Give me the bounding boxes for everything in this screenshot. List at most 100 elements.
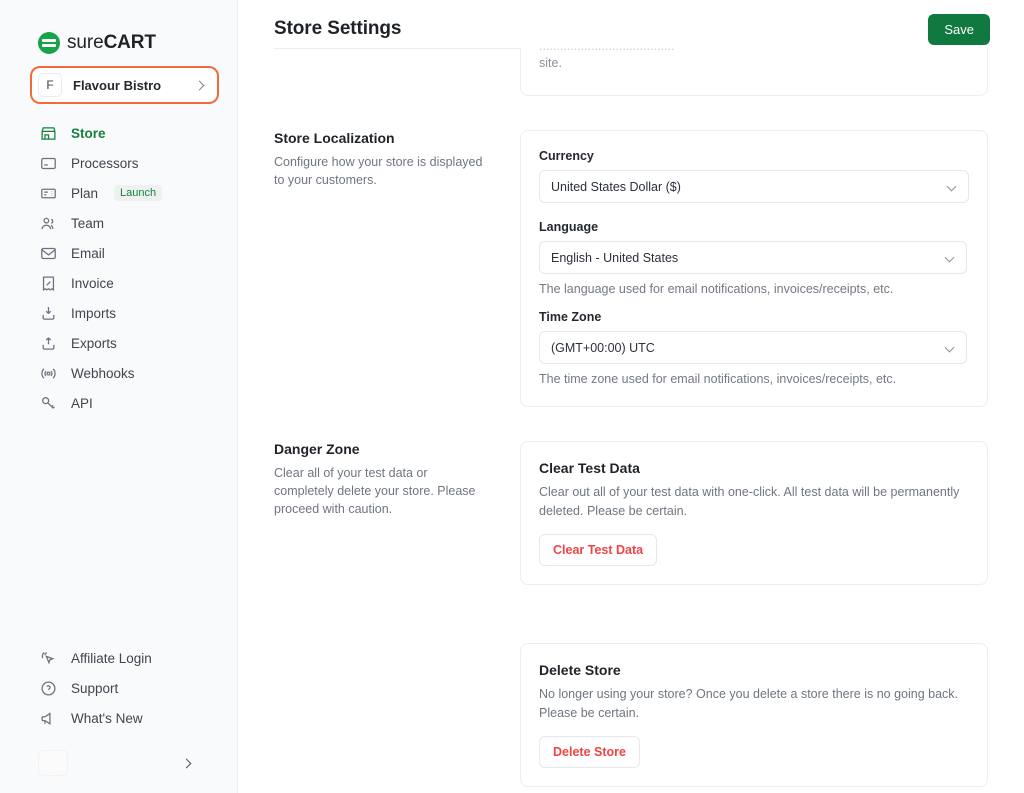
sidebar-item-label: Email (71, 245, 105, 261)
sidebar-item-affiliate-login[interactable]: Affiliate Login (0, 643, 237, 673)
clipped-section-above: ....................................... … (274, 48, 988, 96)
save-button[interactable]: Save (928, 14, 990, 45)
store-localization-intro: Store Localization Configure how your st… (274, 130, 520, 407)
sidebar-item-label: Imports (71, 305, 117, 321)
clipped-section-right: ....................................... … (520, 48, 988, 96)
sidebar-item-support[interactable]: Support (0, 673, 237, 703)
brand-name: sureCART (67, 32, 156, 54)
clipped-section-left (274, 48, 520, 49)
sidebar-item-label: Affiliate Login (71, 650, 152, 666)
store-localization-section: Store Localization Configure how your st… (274, 130, 988, 407)
brand-name-bold: CART (103, 32, 156, 53)
store-localization-card: Currency United States Dollar ($) Langua… (520, 130, 988, 407)
sidebar-item-label: API (71, 395, 93, 411)
currency-label: Currency (539, 149, 594, 163)
chevron-right-icon (194, 80, 205, 90)
danger-zone-intro: Danger Zone Clear all of your test data … (274, 441, 520, 787)
store-switcher-wrap: F Flavour Bistro (0, 54, 237, 102)
store-switcher[interactable]: F Flavour Bistro (32, 68, 217, 102)
clipped-ghost-text: ....................................... (539, 48, 969, 53)
ticket-icon (41, 188, 56, 198)
sidebar-item-exports[interactable]: Exports (0, 328, 237, 358)
sidebar-item-label: Webhooks (71, 365, 135, 381)
brand-name-light: sure (67, 32, 104, 53)
danger-zone-section: Danger Zone Clear all of your test data … (274, 441, 988, 787)
clipped-card: ....................................... … (520, 48, 988, 96)
broadcast-icon (41, 367, 56, 379)
app-root: sureCART F Flavour Bistro Store Processo… (0, 0, 1024, 793)
credit-card-icon (41, 157, 56, 169)
sidebar: sureCART F Flavour Bistro Store Processo… (0, 0, 238, 793)
sidebar-item-label: Support (71, 680, 119, 696)
settings-content: ....................................... … (238, 48, 1024, 787)
store-avatar: F (38, 73, 62, 97)
section-description: Clear all of your test data or completel… (274, 466, 476, 516)
sidebar-item-label: Store (71, 125, 106, 141)
language-label: Language (539, 220, 599, 234)
chevron-down-icon (946, 181, 957, 192)
sidebar-item-plan[interactable]: Plan Launch (0, 178, 237, 208)
chevron-down-icon (944, 252, 955, 263)
section-description: Configure how your store is displayed to… (274, 155, 483, 187)
store-switcher-label: Flavour Bistro (73, 77, 162, 93)
sidebar-item-label: Invoice (71, 275, 114, 291)
clear-test-data-title: Clear Test Data (539, 460, 640, 476)
timezone-value: (GMT+00:00) UTC (551, 340, 655, 355)
sidebar-item-email[interactable]: Email (0, 238, 237, 268)
delete-store-card: Delete Store No longer using your store?… (520, 643, 988, 787)
timezone-select[interactable]: (GMT+00:00) UTC (539, 331, 967, 364)
secondary-nav: Affiliate Login Support What's New (0, 643, 237, 793)
brand-logo[interactable]: sureCART (0, 0, 237, 54)
delete-store-description: No longer using your store? Once you del… (539, 687, 959, 720)
users-icon (41, 217, 54, 229)
plan-badge: Launch (114, 185, 163, 201)
sidebar-item-webhooks[interactable]: Webhooks (0, 358, 237, 388)
sidebar-item-store[interactable]: Store (0, 118, 237, 148)
clear-test-data-description: Clear out all of your test data with one… (539, 485, 960, 518)
avatar (38, 750, 68, 776)
page-header: Store Settings Save (238, 0, 1024, 45)
sidebar-item-api[interactable]: API (0, 388, 237, 418)
storefront-icon (41, 126, 56, 140)
key-icon (42, 396, 55, 409)
export-icon (42, 336, 55, 350)
currency-select[interactable]: United States Dollar ($) (539, 170, 969, 203)
invoice-icon (42, 275, 55, 291)
sidebar-item-label: What's New (71, 710, 143, 726)
currency-value: United States Dollar ($) (551, 179, 681, 194)
chevron-right-icon (181, 758, 192, 768)
delete-store-title: Delete Store (539, 662, 621, 678)
surecart-logo-icon (38, 32, 60, 54)
timezone-label: Time Zone (539, 310, 602, 324)
import-icon (42, 306, 55, 320)
sidebar-item-label: Exports (71, 335, 117, 351)
megaphone-icon (41, 711, 51, 725)
sidebar-item-processors[interactable]: Processors (0, 148, 237, 178)
clear-test-data-button[interactable]: Clear Test Data (539, 534, 658, 566)
sidebar-item-invoice[interactable]: Invoice (0, 268, 237, 298)
sidebar-item-whats-new[interactable]: What's New (0, 703, 237, 733)
language-help-text: The language used for email notification… (539, 282, 894, 296)
clipped-visible-text: site. (539, 56, 562, 70)
timezone-help-text: The time zone used for email notificatio… (539, 372, 897, 386)
sidebar-item-imports[interactable]: Imports (0, 298, 237, 328)
sidebar-item-label: Processors (71, 155, 139, 171)
sidebar-item-team[interactable]: Team (0, 208, 237, 238)
section-title: Store Localization (274, 130, 395, 146)
question-circle-icon (41, 680, 56, 696)
primary-nav: Store Processors Plan Launch Team Email (0, 102, 237, 418)
sidebar-item-label: Team (71, 215, 105, 231)
cursor-click-icon (41, 651, 55, 664)
language-select[interactable]: English - United States (539, 241, 967, 274)
sidebar-item-label: Plan (71, 185, 99, 201)
main-content: Store Settings Save ....................… (238, 0, 1024, 793)
chevron-down-icon (944, 342, 955, 353)
delete-store-button[interactable]: Delete Store (539, 736, 640, 768)
page-title: Store Settings (274, 18, 402, 39)
account-switcher[interactable] (0, 743, 237, 783)
envelope-icon (41, 247, 56, 259)
section-title: Danger Zone (274, 441, 360, 457)
language-value: English - United States (551, 250, 679, 265)
store-id-footer: Store ID: 657714ee-f875-4fb0-b6d8-28cc79… (238, 787, 1024, 793)
clear-test-data-card: Clear Test Data Clear out all of your te… (520, 441, 988, 585)
